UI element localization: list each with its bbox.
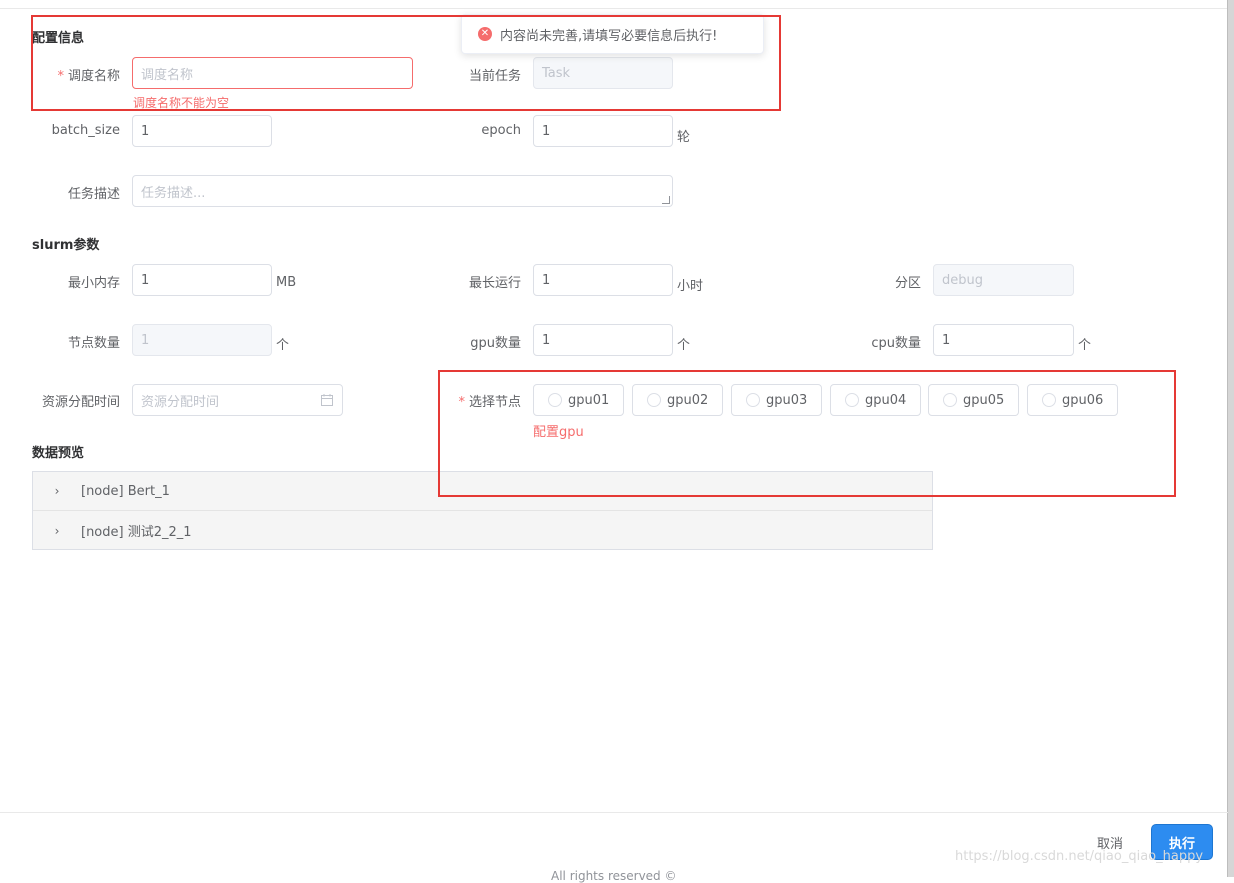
description-placeholder: 任务描述... [141,186,206,201]
min-memory-unit: MB [276,275,297,290]
resize-handle-icon[interactable] [662,196,670,204]
chevron-right-icon[interactable]: › [33,484,81,498]
partition-label: 分区 [894,276,921,291]
max-runtime-unit: 小时 [677,279,704,294]
alloc-time-placeholder: 资源分配时间 [141,394,220,410]
watermark: https://blog.csdn.net/qiao_qiao_happy [955,849,1204,864]
cpu-count-label: cpu数量 [871,336,921,351]
gpu-count-unit: 个 [677,338,691,353]
batch-size-label: batch_size [51,123,120,138]
min-memory-label: 最小内存 [67,276,120,291]
node-count-label: 节点数量 [67,336,120,351]
scrollbar-track[interactable] [1228,0,1234,877]
collapse-item-title: [node] 测试2_2_1 [81,525,192,540]
chevron-right-icon[interactable]: › [33,524,81,538]
footer-divider [0,812,1228,813]
top-divider [0,8,1234,9]
batch-size-value: 1 [141,123,150,139]
min-memory-input[interactable]: 1 [132,264,272,296]
gpu-count-input[interactable]: 1 [533,324,673,356]
partition-input: debug [933,264,1074,296]
partition-placeholder: debug [942,272,983,288]
gpu-count-value: 1 [542,332,551,348]
node-count-value: 1 [141,332,150,348]
footer-copyright: All rights reserved © [551,869,677,883]
epoch-label: epoch [481,123,521,138]
alloc-time-label: 资源分配时间 [41,395,120,410]
section-title-preview: 数据预览 [32,446,85,461]
epoch-unit: 轮 [677,130,691,145]
node-count-input: 1 [132,324,272,356]
max-runtime-label: 最长运行 [468,276,521,291]
gpu-count-label: gpu数量 [470,336,521,351]
description-textarea[interactable]: 任务描述... [132,175,673,207]
calendar-icon[interactable] [320,393,334,407]
max-runtime-input[interactable]: 1 [533,264,673,296]
collapse-item-title: [node] Bert_1 [81,483,170,499]
batch-size-input[interactable]: 1 [132,115,272,147]
epoch-input[interactable]: 1 [533,115,673,147]
cpu-count-value: 1 [942,332,951,348]
node-count-unit: 个 [276,338,290,353]
highlight-box-config [31,15,781,111]
collapse-item[interactable]: › [node] 测试2_2_1 [33,511,932,550]
section-title-slurm: slurm参数 [32,238,100,253]
max-runtime-value: 1 [542,272,551,288]
alloc-time-picker[interactable]: 资源分配时间 [132,384,343,416]
highlight-box-nodes [438,370,1176,497]
cpu-count-unit: 个 [1078,338,1092,353]
epoch-value: 1 [542,123,551,139]
description-label: 任务描述 [67,187,120,202]
cpu-count-input[interactable]: 1 [933,324,1074,356]
min-memory-value: 1 [141,272,150,288]
